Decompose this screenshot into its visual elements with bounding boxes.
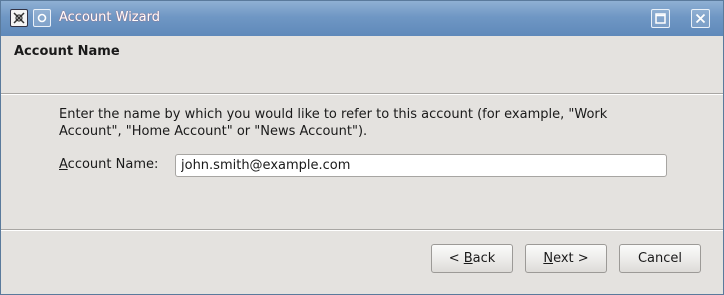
- account-name-label: Account Name:: [59, 156, 158, 173]
- account-name-mnemonic: A: [59, 157, 68, 172]
- next-button-mnemonic: N: [543, 251, 554, 266]
- back-button[interactable]: < Back: [431, 244, 513, 273]
- page-header: Account Name: [1, 36, 723, 93]
- window-menu-icon[interactable]: [33, 9, 51, 27]
- cancel-button[interactable]: Cancel: [619, 244, 701, 273]
- footer-divider: [1, 229, 723, 231]
- account-name-label-text: ccount Name:: [67, 157, 159, 172]
- title-bar[interactable]: Account Wizard: [1, 1, 723, 36]
- header-divider: [1, 93, 723, 95]
- maximize-icon[interactable]: [651, 9, 670, 28]
- description-line-1: Enter the name by which you would like t…: [59, 107, 608, 122]
- page-description: Enter the name by which you would like t…: [59, 106, 649, 140]
- description-line-2: Account", "Home Account" or "News Accoun…: [59, 124, 368, 139]
- window-title: Account Wizard: [59, 10, 160, 25]
- back-button-mnemonic: B: [463, 251, 473, 266]
- back-button-prefix: <: [448, 251, 464, 266]
- account-wizard-window: Account Wizard Account Name Enter the na…: [0, 0, 724, 295]
- page-title: Account Name: [14, 44, 120, 59]
- back-button-label: ack: [472, 251, 496, 266]
- account-name-input[interactable]: [175, 154, 667, 177]
- next-button-label: ext >: [553, 251, 589, 266]
- close-icon[interactable]: [691, 9, 710, 28]
- app-icon[interactable]: [10, 9, 28, 27]
- next-button[interactable]: Next >: [525, 244, 607, 273]
